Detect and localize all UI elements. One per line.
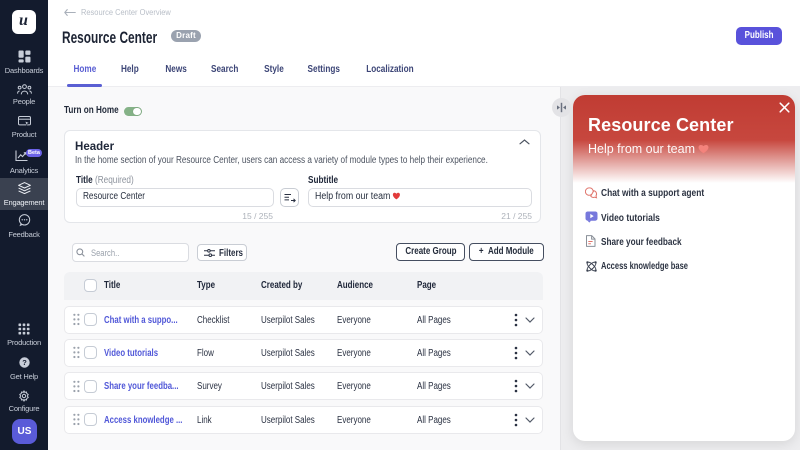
svg-text:?: ? — [22, 358, 27, 367]
